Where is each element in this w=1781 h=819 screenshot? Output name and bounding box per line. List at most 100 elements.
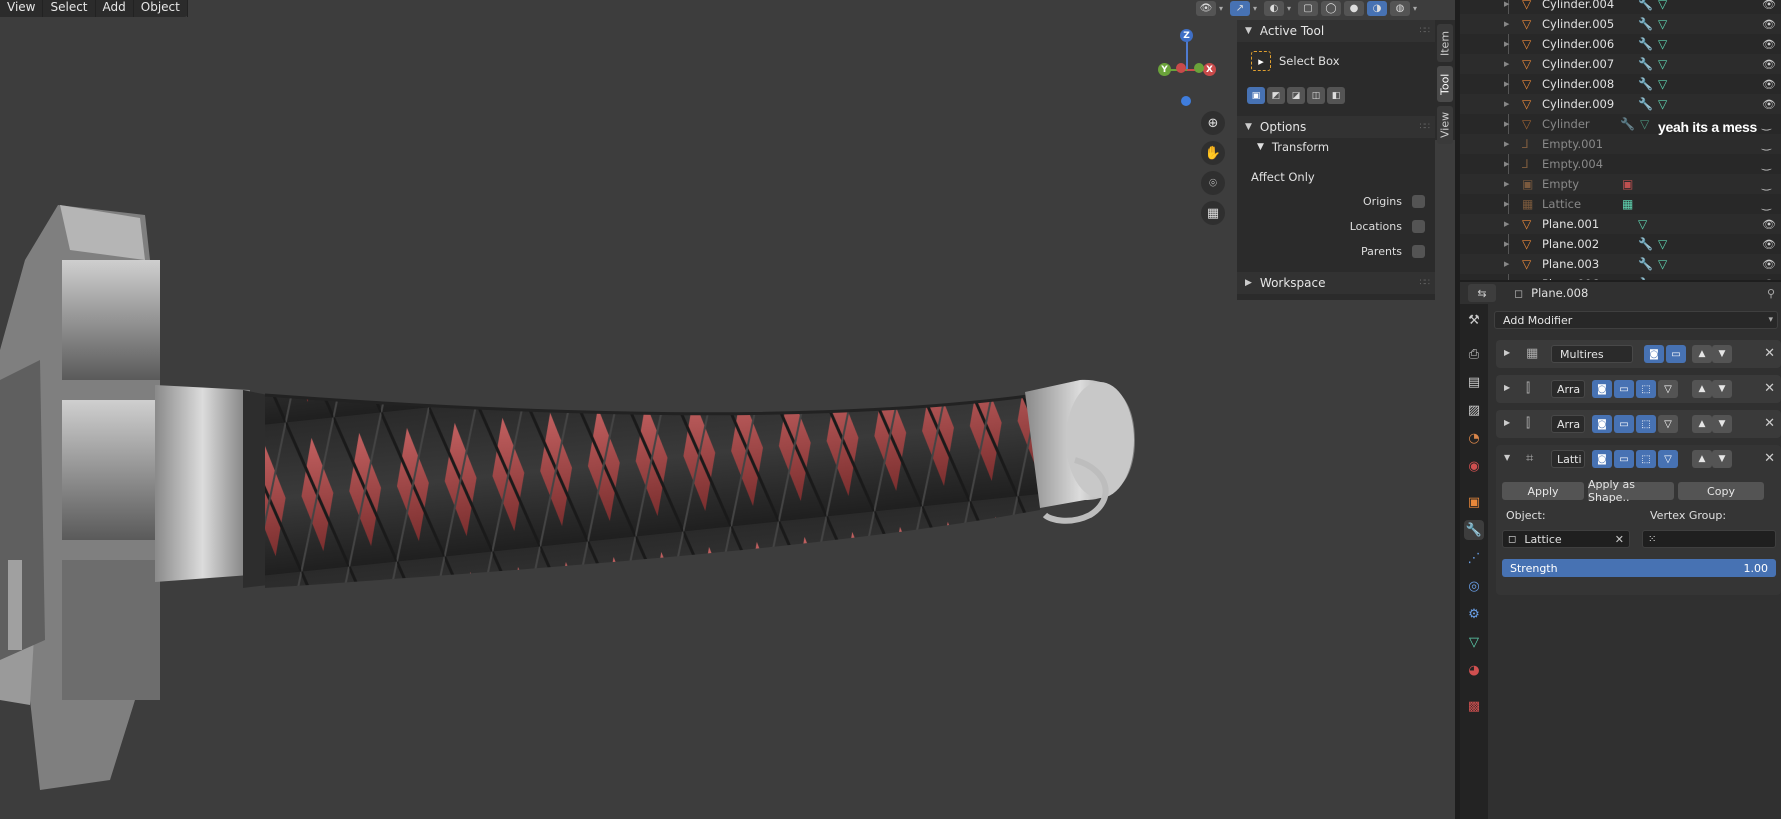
gizmo-y-axis[interactable]: Y (1158, 63, 1171, 76)
locations-checkbox[interactable] (1412, 220, 1425, 233)
outliner-row[interactable]: ▶ ⅃ Empty.001 ‿ (1460, 134, 1781, 154)
visibility-eye-icon[interactable]: 👁 (1762, 0, 1776, 11)
modifier-wrench-icon[interactable]: 🔧 (1638, 237, 1653, 251)
modifier-name-field[interactable]: Multires (1551, 345, 1633, 363)
overlay-icon[interactable]: ◐ (1264, 1, 1284, 16)
mode-extend-icon[interactable]: ◩ (1267, 87, 1285, 104)
chevron-down-icon[interactable]: ▾ (1219, 4, 1227, 13)
cage-toggle-icon[interactable]: ▽ (1658, 450, 1678, 468)
expand-right-icon[interactable]: ▶ (1504, 220, 1509, 228)
editmode-toggle-icon[interactable]: ⬚ (1636, 450, 1656, 468)
mesh-data-icon[interactable]: ▽ (1658, 257, 1667, 271)
move-up-icon[interactable]: ▲ (1692, 450, 1712, 468)
hidden-eye-icon[interactable]: ‿ (1762, 118, 1771, 131)
material-icon[interactable]: ◕ (1464, 660, 1484, 680)
mesh-data-icon[interactable]: ▽ (1658, 37, 1667, 51)
move-down-icon[interactable]: ▼ (1712, 415, 1732, 433)
move-down-icon[interactable]: ▼ (1712, 380, 1732, 398)
outliner-item-name[interactable]: Cylinder.005 (1542, 17, 1614, 31)
expand-right-icon[interactable]: ▶ (1504, 200, 1509, 208)
menu-view[interactable]: View (0, 0, 44, 17)
mesh-data-icon[interactable]: ▽ (1658, 0, 1667, 11)
outliner-row[interactable]: ▶ ▽ Plane.001 ▽ 👁 (1460, 214, 1781, 234)
drag-handle-icon[interactable]: ∷∷ (1420, 122, 1431, 132)
outliner-row[interactable]: ▶ ▽ Cylinder.008 🔧 ▽ 👁 (1460, 74, 1781, 94)
cage-toggle-icon[interactable]: ▽ (1658, 380, 1678, 398)
strength-slider[interactable]: Strength 1.00 (1502, 559, 1776, 577)
constraints-icon[interactable]: ⚙ (1464, 604, 1484, 624)
gizmo-toggle-icon[interactable]: ↗ (1230, 1, 1250, 16)
visibility-icon[interactable]: 👁 (1196, 1, 1216, 16)
rendered-shading-icon[interactable]: ◍ (1390, 1, 1410, 16)
drag-handle-icon[interactable]: ∷∷ (1420, 26, 1431, 36)
outliner-item-name[interactable]: Empty.004 (1542, 157, 1603, 171)
outliner-item-name[interactable]: Plane.002 (1542, 237, 1599, 251)
view-layer-icon[interactable]: ▨ (1464, 400, 1484, 420)
mode-invert-icon[interactable]: ◫ (1307, 87, 1325, 104)
parents-row[interactable]: Parents (1361, 245, 1425, 258)
outliner-item-name[interactable]: Cylinder.007 (1542, 57, 1614, 71)
mode-subtract-icon[interactable]: ◪ (1287, 87, 1305, 104)
tool-settings-icon[interactable]: ⚒ (1464, 310, 1484, 330)
expand-right-icon[interactable]: ▶ (1504, 100, 1509, 108)
outliner-row[interactable]: ▶ ▽ Cylinder.006 🔧 ▽ 👁 (1460, 34, 1781, 54)
visibility-eye-icon[interactable]: 👁 (1762, 78, 1776, 91)
mesh-data-icon[interactable]: ▽ (1640, 117, 1649, 131)
camera-view-icon[interactable]: ⌾ (1201, 171, 1225, 195)
expand-down-icon[interactable]: ▼ (1504, 453, 1510, 462)
tab-item[interactable]: Item (1437, 24, 1453, 62)
expand-right-icon[interactable]: ▶ (1504, 160, 1509, 168)
mesh-data-icon[interactable]: ▽ (1658, 237, 1667, 251)
output-icon[interactable]: ▤ (1464, 372, 1484, 392)
object-field[interactable]: ◻ Lattice ✕ (1502, 530, 1630, 548)
outliner-item-name[interactable]: Lattice (1542, 197, 1581, 211)
modifier-wrench-icon[interactable]: 🔧 (1638, 97, 1653, 111)
outliner-item-name[interactable]: Plane.001 (1542, 217, 1599, 231)
apply-button[interactable]: Apply (1502, 482, 1584, 500)
world-icon[interactable]: ◉ (1464, 456, 1484, 476)
modifier-wrench-icon[interactable]: 🔧 (1638, 57, 1653, 71)
outliner-item-name[interactable]: Empty (1542, 177, 1579, 191)
move-down-icon[interactable]: ▼ (1712, 345, 1732, 363)
viewport-toggle-icon[interactable]: ▭ (1614, 415, 1634, 433)
outliner-item-name[interactable]: Empty.001 (1542, 137, 1603, 151)
move-down-icon[interactable]: ▼ (1712, 450, 1732, 468)
mode-new-icon[interactable]: ▣ (1247, 87, 1265, 104)
mesh-data-icon[interactable]: ▽ (1658, 17, 1667, 31)
visibility-eye-icon[interactable]: 👁 (1762, 18, 1776, 31)
transform-subpanel-header[interactable]: ▼ Transform (1257, 140, 1329, 154)
visibility-eye-icon[interactable]: 👁 (1762, 238, 1776, 251)
image-data-icon[interactable]: ▣ (1622, 177, 1633, 191)
select-box-tool-icon[interactable]: ▸ (1251, 51, 1271, 71)
origins-checkbox[interactable] (1412, 195, 1425, 208)
modifier-name-field[interactable]: Arra (1551, 415, 1585, 433)
editmode-toggle-icon[interactable]: ⬚ (1636, 415, 1656, 433)
material-shading-icon[interactable]: ◑ (1367, 1, 1387, 16)
locations-row[interactable]: Locations (1350, 220, 1425, 233)
move-up-icon[interactable]: ▲ (1692, 345, 1712, 363)
close-icon[interactable]: ✕ (1764, 381, 1775, 396)
modifier-wrench-icon[interactable]: 🔧 (1638, 17, 1653, 31)
editor-type-icon[interactable]: ⇆ (1468, 284, 1496, 302)
apply-as-shape-button[interactable]: Apply as Shape.. (1588, 478, 1674, 504)
expand-right-icon[interactable]: ▶ (1504, 40, 1509, 48)
solid-shading-icon[interactable]: ● (1344, 1, 1364, 16)
menu-select[interactable]: Select (43, 0, 96, 17)
mesh-data-icon[interactable]: ▽ (1658, 77, 1667, 91)
copy-button[interactable]: Copy (1678, 482, 1764, 500)
chevron-down-icon[interactable]: ▾ (1413, 4, 1421, 13)
visibility-eye-icon[interactable]: 👁 (1762, 258, 1776, 271)
gizmo-neg-z[interactable] (1181, 96, 1191, 106)
editmode-toggle-icon[interactable]: ⬚ (1636, 380, 1656, 398)
viewport-toggle-icon[interactable]: ▭ (1614, 450, 1634, 468)
lattice-data-icon[interactable]: ▦ (1622, 197, 1633, 211)
mesh-data-icon[interactable]: ▽ (1658, 97, 1667, 111)
modifier-panel-array-1[interactable]: ▶ ⫿ Arra ◙ ▭ ⬚ ▽ ▲ ▼ ✕ (1496, 375, 1781, 403)
hidden-eye-icon[interactable]: ‿ (1762, 158, 1771, 171)
pan-hand-icon[interactable]: ✋ (1201, 141, 1225, 165)
expand-right-icon[interactable]: ▶ (1504, 20, 1509, 28)
outliner-item-name[interactable]: Cylinder.008 (1542, 77, 1614, 91)
render-toggle-icon[interactable]: ◙ (1592, 450, 1612, 468)
texture-icon[interactable]: ▩ (1464, 696, 1484, 716)
viewport-toggle-icon[interactable]: ▭ (1614, 380, 1634, 398)
